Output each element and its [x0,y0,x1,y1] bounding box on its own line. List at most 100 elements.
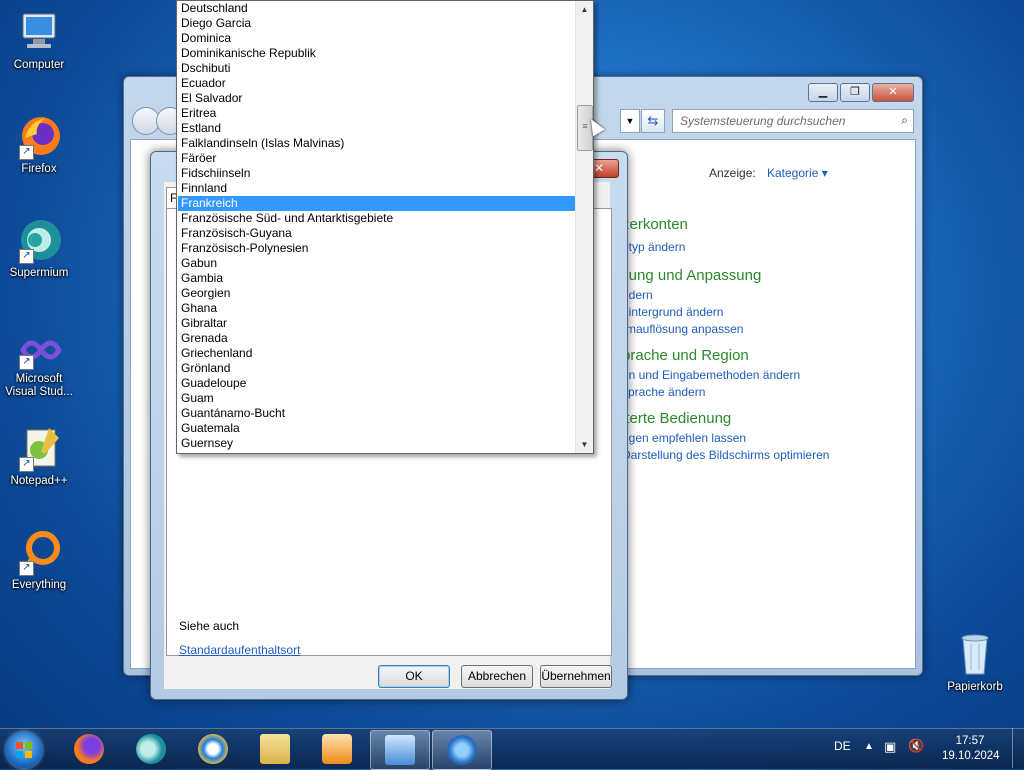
desktop-icon-recycle-bin[interactable]: Papierkorb [940,630,1010,694]
scroll-up-icon[interactable]: ▲ [576,1,593,18]
category-link[interactable]: ngen empfehlen lassen [622,431,746,445]
dropdown-item[interactable]: Französisch-Guyana [178,226,575,241]
dropdown-item[interactable]: Dominica [178,31,575,46]
firefox-icon: ↗ [15,112,63,160]
view-label: Anzeige: [709,166,756,180]
internet-explorer-icon [198,734,228,764]
clock[interactable]: 17:57 19.10.2024 [942,734,1000,764]
shortcut-arrow-icon: ↗ [19,249,34,264]
search-input[interactable]: Systemsteuerung durchsuchen ⌕ [672,109,914,133]
taskbar-internet-explorer[interactable] [184,730,242,768]
visual-studio-icon: ↗ [15,330,63,370]
taskbar-media-player[interactable] [308,730,366,768]
dropdown-item[interactable]: Guadeloupe [178,376,575,391]
show-hidden-icons-icon[interactable]: ▲ [864,741,874,752]
view-mode-dropdown[interactable]: Kategorie ▾ [767,166,828,180]
dropdown-item[interactable]: Guantánamo-Bucht [178,406,575,421]
search-placeholder: Systemsteuerung durchsuchen [680,114,846,128]
dropdown-item[interactable]: Gabun [178,256,575,271]
desktop-icon-everything[interactable]: ↗ Everything [4,528,74,592]
category-appearance[interactable]: llung und Anpassung [622,267,761,284]
cancel-button[interactable]: Abbrechen [461,665,533,688]
category-link[interactable]: hintergrund ändern [622,305,723,319]
category-link[interactable]: sprache ändern [622,385,705,399]
show-desktop-button[interactable] [1012,728,1024,768]
dropdown-item[interactable]: Französisch-Polynesien [178,241,575,256]
dropdown-item[interactable]: Grenada [178,331,575,346]
address-dropdown-button[interactable]: ▼ [620,109,640,133]
language-indicator[interactable]: DE [834,739,851,753]
shortcut-arrow-icon: ↗ [19,355,34,370]
dropdown-scrollbar[interactable]: ▲ ≡ ▼ [575,1,593,453]
dropdown-item[interactable]: Färöer [178,151,575,166]
taskbar-explorer[interactable] [246,730,304,768]
dropdown-item[interactable]: Griechenland [178,346,575,361]
dropdown-item[interactable]: Guatemala [178,421,575,436]
explorer-icon [260,734,290,764]
clock-date: 19.10.2024 [942,750,1000,762]
see-also-label: Siehe auch [179,619,240,633]
dropdown-item[interactable]: Guam [178,391,575,406]
scroll-down-icon[interactable]: ▼ [576,436,593,453]
desktop-icon-computer[interactable]: Computer [4,8,74,72]
category-language-region[interactable]: prache und Region [622,347,749,364]
dropdown-item[interactable]: Fidschiinseln [178,166,575,181]
dropdown-item[interactable]: Falklandinseln (Islas Malvinas) [178,136,575,151]
dropdown-item[interactable]: Dominikanische Republik [178,46,575,61]
category-link[interactable]: ptyp ändern [622,240,685,254]
default-location-link[interactable]: Standardaufenthaltsort [179,643,300,657]
dropdown-item[interactable]: Estland [178,121,575,136]
supermium-icon: ↗ [15,216,63,264]
country-dropdown-list[interactable]: Deutschland Diego Garcia Dominica Dominikan… [176,0,594,454]
region-icon [447,735,477,765]
dropdown-item[interactable]: Dschibuti [178,61,575,76]
category-link[interactable]: Darstellung des Bildschirms optimieren [622,448,829,462]
taskbar-supermium[interactable] [122,730,180,768]
category-user-accounts[interactable]: zerkonten [622,216,688,233]
desktop-icon-label: Computer [13,59,65,71]
taskbar-firefox[interactable] [60,730,118,768]
shortcut-arrow-icon: ↗ [19,145,34,160]
category-accessibility[interactable]: iterte Bedienung [622,410,731,427]
dropdown-item[interactable]: Gambia [178,271,575,286]
refresh-button[interactable]: ⇆ [641,109,665,133]
taskbar-region[interactable] [432,730,492,770]
start-button[interactable] [6,732,42,768]
ok-button[interactable]: OK [378,665,450,688]
desktop-icon-label: Supermium [9,267,69,279]
volume-muted-icon[interactable]: 🔇 [908,738,924,754]
dropdown-item[interactable]: Gibraltar [178,316,575,331]
dropdown-item[interactable]: Georgien [178,286,575,301]
clock-time: 17:57 [955,735,985,747]
dropdown-item[interactable]: Frankreich [178,196,575,211]
maximize-button[interactable]: ❐ [840,83,870,102]
dropdown-item[interactable]: Ghana [178,301,575,316]
category-link[interactable]: en und Eingabemethoden ändern [622,368,800,382]
network-icon[interactable]: ▣ [884,739,896,755]
recycle-bin-icon [951,630,999,678]
dropdown-item[interactable]: El Salvador [178,91,575,106]
notepad-plus-icon: ↗ [15,424,63,472]
dropdown-item[interactable]: Deutschland [178,1,575,16]
everything-icon: ↗ [15,528,63,576]
dropdown-item[interactable]: Französische Süd- und Antarktisgebiete [178,211,575,226]
category-link[interactable]: rmauflösung anpassen [622,322,743,336]
dropdown-item[interactable]: Finnland [178,181,575,196]
desktop-icon-firefox[interactable]: ↗ Firefox [4,112,74,176]
firefox-icon [74,734,104,764]
windows-logo-icon [16,742,32,758]
desktop-icon-notepad-plus[interactable]: ↗ Notepad++ [4,424,74,488]
refresh-icon: ⇆ [647,113,659,128]
media-player-icon [322,734,352,764]
taskbar-control-panel[interactable] [370,730,430,770]
dropdown-item[interactable]: Grönland [178,361,575,376]
dropdown-item[interactable]: Diego Garcia [178,16,575,31]
dropdown-item[interactable]: Ecuador [178,76,575,91]
desktop-icon-visual-studio[interactable]: ↗ Microsoft Visual Stud... [4,330,74,399]
close-button[interactable]: ✕ [872,83,914,102]
minimize-button[interactable]: ▁ [808,83,838,102]
dropdown-item[interactable]: Eritrea [178,106,575,121]
dropdown-item[interactable]: Guernsey [178,436,575,451]
apply-button[interactable]: Übernehmen [540,665,612,688]
desktop-icon-supermium[interactable]: ↗ Supermium [4,216,74,280]
